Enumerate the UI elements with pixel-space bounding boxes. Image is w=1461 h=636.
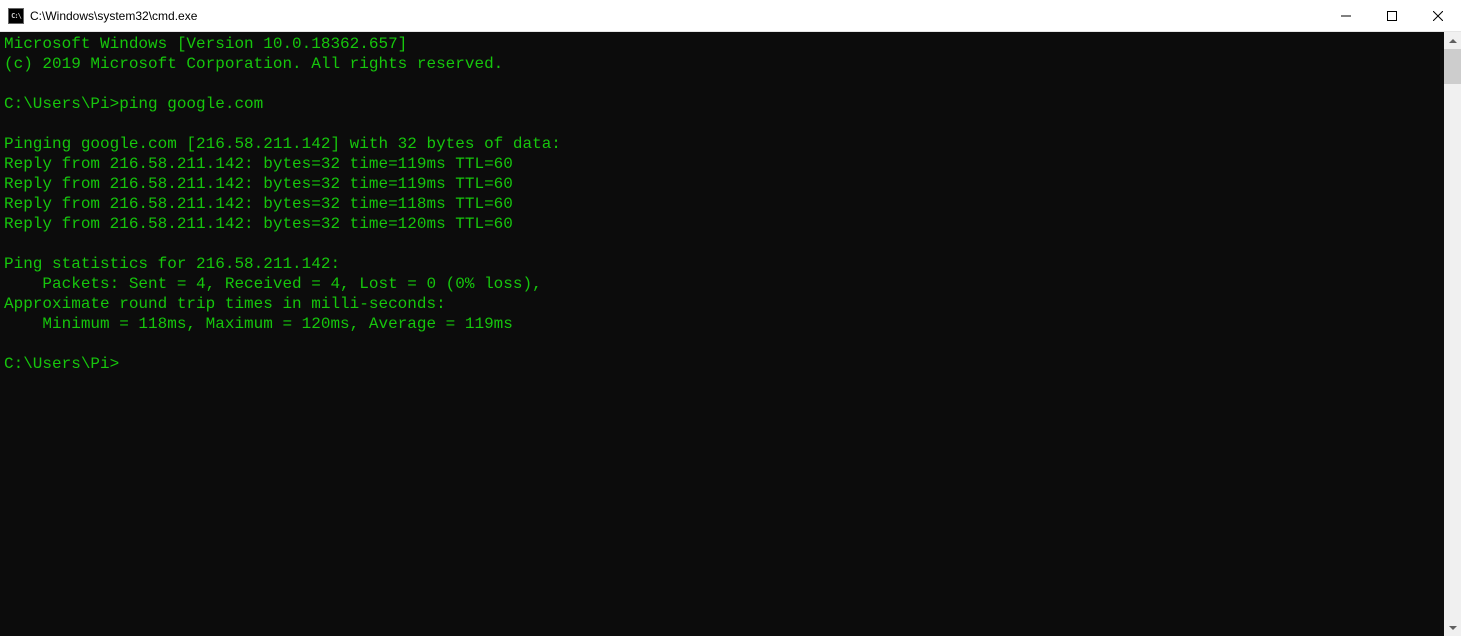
stats-rtt: Minimum = 118ms, Maximum = 120ms, Averag… xyxy=(4,315,513,333)
ping-reply: Reply from 216.58.211.142: bytes=32 time… xyxy=(4,175,513,193)
stats-header: Ping statistics for 216.58.211.142: xyxy=(4,255,340,273)
ping-header: Pinging google.com [216.58.211.142] with… xyxy=(4,135,561,153)
scrollbar-thumb[interactable] xyxy=(1444,49,1461,84)
vertical-scrollbar[interactable] xyxy=(1444,32,1461,636)
close-button[interactable] xyxy=(1415,0,1461,31)
ping-reply: Reply from 216.58.211.142: bytes=32 time… xyxy=(4,215,513,233)
ping-reply: Reply from 216.58.211.142: bytes=32 time… xyxy=(4,195,513,213)
terminal-output[interactable]: Microsoft Windows [Version 10.0.18362.65… xyxy=(0,32,1444,636)
minimize-icon xyxy=(1341,11,1351,21)
banner-version: Microsoft Windows [Version 10.0.18362.65… xyxy=(4,35,407,53)
chevron-down-icon xyxy=(1449,626,1457,630)
scroll-down-button[interactable] xyxy=(1444,619,1461,636)
prompt-line: C:\Users\Pi>ping google.com xyxy=(4,95,263,113)
cmd-icon: C:\ xyxy=(8,8,24,24)
scroll-up-button[interactable] xyxy=(1444,32,1461,49)
maximize-button[interactable] xyxy=(1369,0,1415,31)
content-area: Microsoft Windows [Version 10.0.18362.65… xyxy=(0,32,1461,636)
prompt-line: C:\Users\Pi> xyxy=(4,355,119,373)
titlebar[interactable]: C:\ C:\Windows\system32\cmd.exe xyxy=(0,0,1461,32)
close-icon xyxy=(1433,11,1443,21)
window-controls xyxy=(1323,0,1461,31)
chevron-up-icon xyxy=(1449,39,1457,43)
minimize-button[interactable] xyxy=(1323,0,1369,31)
maximize-icon xyxy=(1387,11,1397,21)
banner-copyright: (c) 2019 Microsoft Corporation. All righ… xyxy=(4,55,503,73)
scrollbar-track[interactable] xyxy=(1444,49,1461,619)
stats-packets: Packets: Sent = 4, Received = 4, Lost = … xyxy=(4,275,542,293)
ping-reply: Reply from 216.58.211.142: bytes=32 time… xyxy=(4,155,513,173)
cmd-window: C:\ C:\Windows\system32\cmd.exe Microsof… xyxy=(0,0,1461,636)
stats-rtt-header: Approximate round trip times in milli-se… xyxy=(4,295,446,313)
window-title: C:\Windows\system32\cmd.exe xyxy=(30,9,1323,23)
